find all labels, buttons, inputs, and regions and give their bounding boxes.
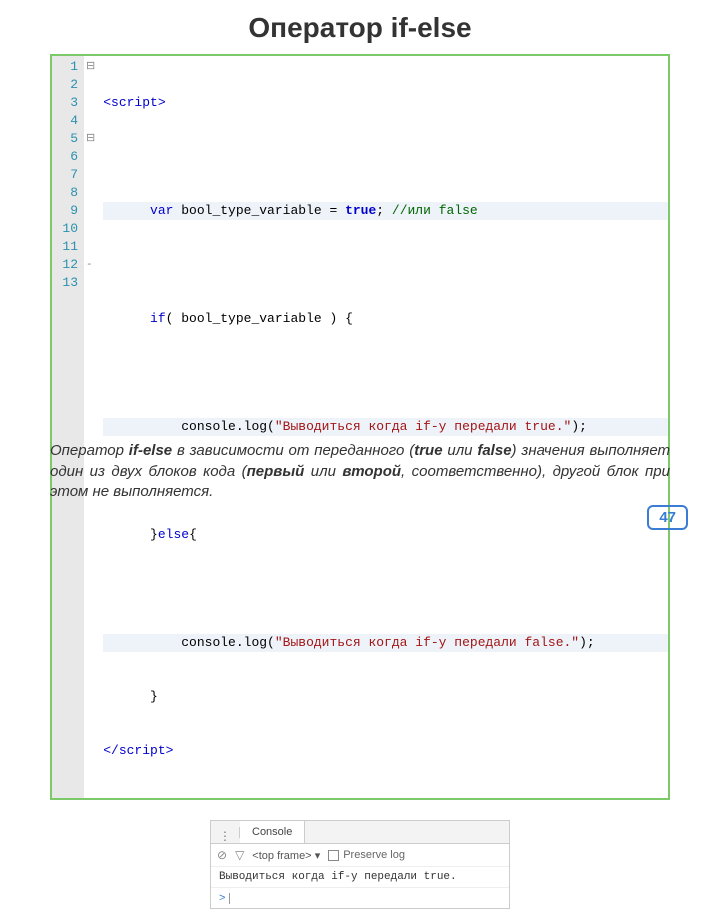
- slide-description: Оператор if-else в зависимости от переда…: [50, 441, 670, 502]
- console-prompt[interactable]: >: [211, 887, 509, 908]
- preserve-log-checkbox[interactable]: Preserve log: [328, 849, 405, 861]
- code-body: <script> var bool_type_variable = true; …: [99, 56, 668, 798]
- page-number: 47: [647, 505, 688, 530]
- frame-selector[interactable]: <top frame> ▾: [252, 849, 320, 862]
- console-output: Выводиться когда if-y передали true.: [211, 867, 509, 887]
- preserve-log-label: Preserve log: [343, 849, 405, 861]
- clear-icon[interactable]: ⊘: [217, 848, 227, 862]
- console-toolbar: ⊘ ▽ <top frame> ▾ Preserve log: [211, 844, 509, 867]
- devtools-console: ⋮ Console ⊘ ▽ <top frame> ▾ Preserve log…: [210, 820, 510, 909]
- filter-icon[interactable]: ▽: [235, 848, 244, 862]
- kebab-icon[interactable]: ⋮: [211, 827, 240, 838]
- slide-title: Оператор if-else: [0, 0, 720, 54]
- tab-console[interactable]: Console: [240, 821, 305, 843]
- checkbox-icon[interactable]: [328, 850, 339, 861]
- line-numbers: 123 456 789 101112 13: [52, 56, 84, 798]
- code-example: 123 456 789 101112 13 ⊟⊟- <script> var b…: [50, 54, 670, 800]
- prompt-icon: >: [219, 892, 225, 904]
- fold-gutter: ⊟⊟-: [84, 56, 99, 798]
- console-tabs: ⋮ Console: [211, 821, 509, 844]
